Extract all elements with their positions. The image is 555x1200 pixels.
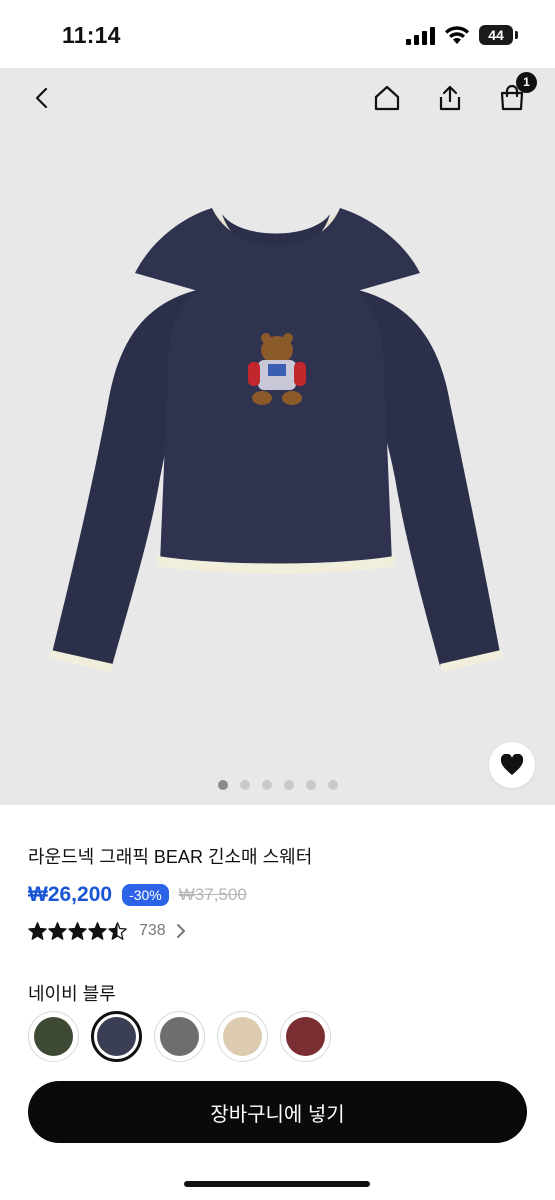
swatch-color-fill (160, 1017, 199, 1056)
chevron-right-icon (176, 924, 185, 938)
home-icon (374, 85, 400, 111)
rating-row[interactable]: 738 (28, 919, 186, 943)
star-filled-icon (48, 922, 67, 940)
sale-price: ₩26,200 (28, 883, 113, 906)
color-swatch-olive[interactable] (28, 1011, 79, 1062)
rating-stars (28, 922, 127, 940)
color-swatch-burgundy[interactable] (280, 1011, 331, 1062)
carousel-dot[interactable] (239, 780, 250, 790)
original-price: ₩37,500 (178, 885, 247, 904)
color-swatch-list (28, 1011, 331, 1062)
selected-color-label: 네이비 블루 (28, 984, 116, 1004)
cart-count-badge: 1 (516, 72, 537, 93)
color-swatch-navy[interactable] (91, 1011, 142, 1062)
back-button[interactable] (24, 80, 60, 116)
swatch-color-fill (223, 1017, 262, 1056)
swatch-color-fill (97, 1017, 136, 1056)
add-to-cart-button[interactable]: 장바구니에 넣기 (28, 1081, 527, 1143)
swatch-color-fill (286, 1017, 325, 1056)
star-filled-icon (68, 922, 87, 940)
share-button[interactable] (432, 80, 468, 116)
heart-icon (500, 754, 524, 775)
carousel-dot[interactable] (261, 780, 272, 790)
carousel-indicator (0, 780, 555, 790)
star-filled-icon (28, 922, 47, 940)
swatch-color-fill (34, 1017, 73, 1056)
battery-cap (515, 31, 518, 39)
favorite-button[interactable] (489, 742, 535, 788)
status-bar: 11:14 44 (0, 0, 555, 68)
battery-icon: 44 (479, 25, 513, 45)
carousel-dot[interactable] (217, 780, 228, 790)
share-icon (439, 85, 461, 111)
product-image (49, 208, 503, 672)
product-image-carousel[interactable] (0, 68, 555, 805)
star-half-icon (108, 922, 127, 940)
wifi-icon (445, 26, 469, 44)
status-time: 11:14 (62, 22, 121, 48)
review-count: 738 (139, 922, 166, 939)
chevron-left-icon (35, 87, 48, 109)
cellular-signal-icon (406, 27, 436, 45)
carousel-dot[interactable] (283, 780, 294, 790)
color-swatch-beige[interactable] (217, 1011, 268, 1062)
discount-badge: -30% (122, 884, 169, 906)
star-filled-icon (88, 922, 107, 940)
home-button[interactable] (369, 80, 405, 116)
carousel-dot[interactable] (305, 780, 316, 790)
carousel-dot[interactable] (327, 780, 338, 790)
home-indicator (184, 1181, 370, 1187)
price-row: ₩26,200 -30% ₩37,500 (28, 880, 247, 910)
product-title: 라운드넥 그래픽 BEAR 긴소매 스웨터 (28, 847, 313, 867)
color-swatch-gray[interactable] (154, 1011, 205, 1062)
